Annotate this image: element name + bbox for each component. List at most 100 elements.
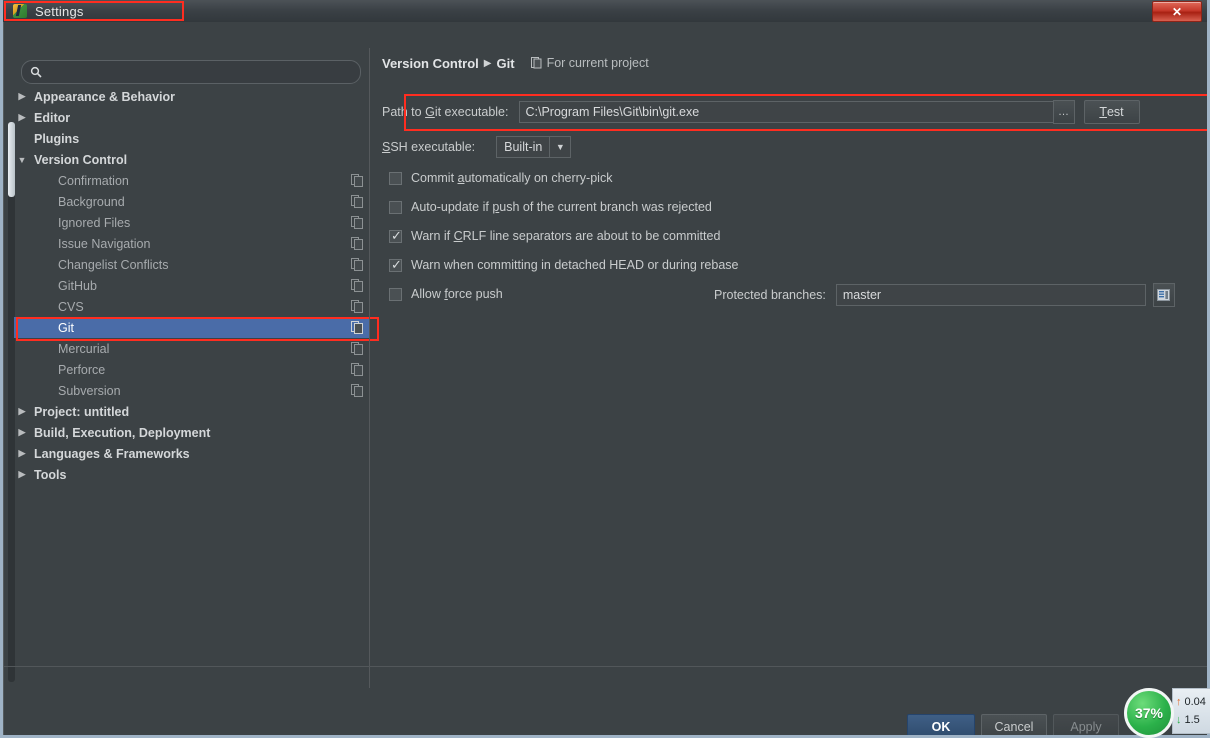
sidebar-item-confirmation[interactable]: Confirmation: [14, 170, 369, 191]
ssh-executable-select[interactable]: Built-in ▼: [496, 136, 572, 158]
protected-branches-editor-button[interactable]: [1152, 283, 1175, 307]
chevron-right-icon[interactable]: ▶: [14, 448, 30, 459]
sidebar-item-version-control[interactable]: ▼ Version Control: [14, 149, 369, 170]
settings-pane: Version Control ▶ Git For current projec…: [382, 52, 1197, 74]
ssh-executable-row: SSH executable: Built-in ▼: [382, 136, 572, 158]
git-path-row: Path to Git executable: … Test: [382, 100, 1140, 124]
sidebar-item-label: Mercurial: [58, 341, 110, 356]
sidebar-item-issue-navigation[interactable]: Issue Navigation: [14, 233, 369, 254]
chevron-down-icon[interactable]: ▼: [549, 137, 570, 157]
checkbox-2[interactable]: [389, 228, 402, 243]
sidebar-item-build-execution-deployment[interactable]: ▶ Build, Execution, Deployment: [14, 422, 369, 443]
breadcrumb-root[interactable]: Version Control: [382, 56, 479, 71]
sidebar-item-label: Perforce: [58, 362, 106, 377]
sidebar-item-ignored-files[interactable]: Ignored Files: [14, 212, 369, 233]
sidebar-item-cvs[interactable]: CVS: [14, 296, 369, 317]
checkbox-1[interactable]: [389, 200, 402, 214]
sidebar-item-languages-frameworks[interactable]: ▶ Languages & Frameworks: [14, 443, 369, 464]
sidebar-item-label: Background: [58, 194, 125, 209]
search-input[interactable]: [42, 65, 360, 79]
sidebar-item-mercurial[interactable]: Mercurial: [14, 338, 369, 359]
sidebar-item-git[interactable]: Git: [14, 317, 369, 338]
pane-splitter[interactable]: [369, 48, 370, 688]
chevron-right-icon[interactable]: ▶: [14, 406, 30, 417]
sidebar-item-editor[interactable]: ▶ Editor: [14, 107, 369, 128]
project-scope-icon: [351, 174, 363, 187]
git-path-label: Path to Git executable:: [382, 105, 509, 119]
chevron-right-icon[interactable]: ▶: [14, 91, 30, 102]
project-scope-icon: [351, 195, 363, 208]
network-speed-widget[interactable]: ↑ 0.04 ↓ 1.5 37%: [1124, 688, 1210, 738]
protected-branches-label: Protected branches:: [714, 288, 826, 302]
ok-button[interactable]: OK: [907, 714, 975, 738]
search-box[interactable]: [21, 60, 361, 84]
checkbox-0[interactable]: [389, 171, 402, 185]
arrow-up-icon: ↑: [1176, 696, 1182, 708]
sidebar-item-label: Project: untitled: [34, 404, 130, 419]
protected-branches-row: Protected branches:: [714, 283, 1175, 307]
settings-dialog: ▶ Appearance & Behavior ▶ Editor Plugins ▼ Ver…: [3, 22, 1210, 738]
sidebar-item-label: Plugins: [34, 131, 80, 146]
sidebar-item-label: Changelist Conflicts: [58, 257, 169, 272]
sidebar-item-tools[interactable]: ▶ Tools: [14, 464, 369, 485]
checkbox-4[interactable]: [389, 287, 402, 301]
list-editor-icon: [1157, 289, 1171, 301]
sidebar-item-label: Version Control: [34, 152, 128, 167]
checkbox-row-2[interactable]: Warn if CRLF line separators are about t…: [389, 228, 721, 243]
speed-rates: ↑ 0.04 ↓ 1.5: [1176, 693, 1210, 729]
project-scope-icon: [351, 258, 363, 271]
chevron-down-icon[interactable]: ▼: [14, 155, 30, 165]
sidebar-item-label: Editor: [34, 110, 71, 125]
checkbox-row-1[interactable]: Auto-update if push of the current branc…: [389, 200, 712, 214]
close-button[interactable]: ✕: [1152, 1, 1202, 22]
project-scope-icon: [351, 342, 363, 355]
ssh-executable-label: SSH executable:: [382, 140, 476, 154]
chevron-right-icon[interactable]: ▶: [14, 469, 30, 480]
sidebar-item-label: Git: [58, 320, 74, 335]
cpu-percent-badge[interactable]: 37%: [1124, 688, 1174, 738]
sidebar-item-label: Confirmation: [58, 173, 129, 188]
highlight-box-title: [4, 1, 184, 21]
git-path-browse-button[interactable]: …: [1052, 100, 1075, 124]
checkbox-row-4[interactable]: Allow force push: [389, 287, 503, 301]
footer-separator: [4, 666, 1208, 667]
checkbox-label-4: Allow force push: [411, 287, 503, 301]
sidebar-item-background[interactable]: Background: [14, 191, 369, 212]
git-path-input[interactable]: [518, 101, 1054, 123]
cancel-button[interactable]: Cancel: [981, 714, 1047, 738]
sidebar-item-label: Build, Execution, Deployment: [34, 425, 211, 440]
sidebar-item-label: Languages & Frameworks: [34, 446, 190, 461]
sidebar-item-perforce[interactable]: Perforce: [14, 359, 369, 380]
download-rate: 1.5: [1184, 714, 1200, 726]
sidebar-item-label: Tools: [34, 467, 67, 482]
project-scope-icon: [351, 237, 363, 250]
sidebar-item-label: Ignored Files: [58, 215, 131, 230]
checkbox-row-3[interactable]: Warn when committing in detached HEAD or…: [389, 257, 739, 272]
sidebar-item-changelist-conflicts[interactable]: Changelist Conflicts: [14, 254, 369, 275]
settings-tree[interactable]: ▶ Appearance & Behavior ▶ Editor Plugins ▼ Ver…: [14, 86, 369, 681]
arrow-down-icon: ↓: [1176, 714, 1182, 726]
sidebar-item-label: GitHub: [58, 278, 97, 293]
checkbox-3[interactable]: [389, 257, 402, 272]
sidebar-item-plugins[interactable]: Plugins: [14, 128, 369, 149]
sidebar-item-appearance-behavior[interactable]: ▶ Appearance & Behavior: [14, 86, 369, 107]
protected-branches-input[interactable]: [835, 284, 1146, 306]
sidebar-item-github[interactable]: GitHub: [14, 275, 369, 296]
checkbox-label-3: Warn when committing in detached HEAD or…: [411, 258, 739, 272]
project-scope-icon: [351, 321, 363, 334]
checkbox-row-0[interactable]: Commit automatically on cherry-pick: [389, 171, 612, 185]
sidebar-item-label: CVS: [58, 299, 84, 314]
checkbox-label-2: Warn if CRLF line separators are about t…: [411, 229, 721, 243]
test-button[interactable]: Test: [1083, 100, 1140, 124]
ssh-executable-value: Built-in: [504, 140, 543, 154]
chevron-right-icon[interactable]: ▶: [14, 112, 30, 123]
apply-button[interactable]: Apply: [1053, 714, 1119, 738]
search-icon: [30, 66, 42, 78]
sidebar-item-subversion[interactable]: Subversion: [14, 380, 369, 401]
sidebar-item-label: Subversion: [58, 383, 121, 398]
chevron-right-icon[interactable]: ▶: [14, 427, 30, 438]
checkbox-label-0: Commit automatically on cherry-pick: [411, 171, 613, 185]
sidebar-item-project-untitled[interactable]: ▶ Project: untitled: [14, 401, 369, 422]
scope-label: For current project: [546, 56, 649, 70]
scope-indicator: For current project: [530, 56, 649, 70]
